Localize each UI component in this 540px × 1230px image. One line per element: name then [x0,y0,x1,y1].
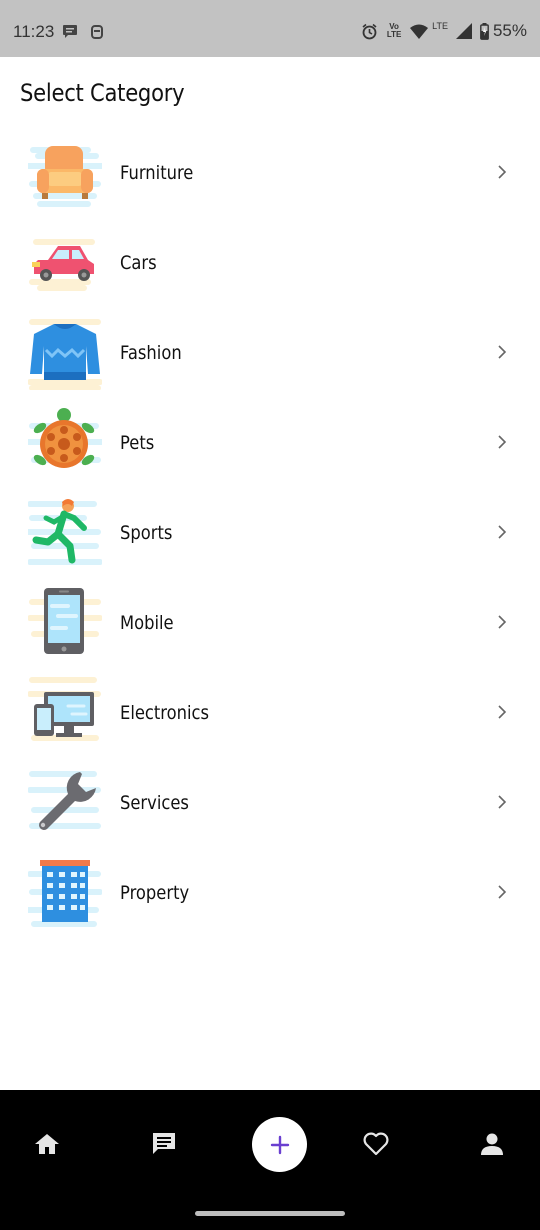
wifi-icon [410,24,429,39]
signal-icon [455,23,472,39]
building-icon [28,856,102,930]
armchair-icon [28,136,102,210]
category-item-fashion[interactable]: Fashion [0,308,540,398]
wrench-icon [28,766,102,840]
category-label: Property [120,882,190,904]
gesture-bar[interactable] [195,1211,345,1216]
category-item-furniture[interactable]: Furniture [0,128,540,218]
category-label: Cars [120,252,157,274]
chevron-right-icon [498,345,507,359]
system-icons: Vo LTE LTE 55% [361,21,527,41]
page-title: Select Category [20,79,185,107]
category-item-pets[interactable]: Pets [0,398,540,488]
chevron-right-icon [498,885,507,899]
category-label: Mobile [120,612,174,634]
nav-favorites-button[interactable] [362,1130,390,1158]
runner-icon [28,496,102,570]
profile-icon [481,1133,503,1155]
nav-home-button[interactable] [33,1130,61,1158]
status-bar: 11:23 Vo LTE LTE 55% [0,0,540,57]
category-label: Fashion [120,342,182,364]
chevron-right-icon [498,795,507,809]
category-item-cars[interactable]: Cars [0,218,540,308]
category-item-services[interactable]: Services [0,758,540,848]
category-label: Electronics [120,702,210,724]
turtle-icon [28,406,102,480]
chevron-right-icon [498,435,507,449]
volte-label: Vo LTE [386,22,402,39]
category-label: Furniture [120,162,194,184]
notification-icons [62,24,104,40]
message-icon [63,25,77,38]
category-list: Furniture Cars Fashion Pets Sports Mobil… [0,128,540,938]
nav-chat-button[interactable] [150,1130,178,1158]
category-label: Pets [120,432,155,454]
battery-icon [480,22,489,40]
category-label: Sports [120,522,173,544]
category-item-property[interactable]: Property [0,848,540,938]
chevron-right-icon [498,615,507,629]
bottom-navigation [0,1090,540,1230]
heart-icon [363,1132,389,1156]
chevron-right-icon [498,165,507,179]
category-item-mobile[interactable]: Mobile [0,578,540,668]
category-label: Services [120,792,189,814]
battery-percent: 55% [492,21,527,40]
status-time: 11:23 [13,22,55,41]
add-listing-button[interactable] [252,1117,307,1172]
devices-icon [28,676,102,750]
chat-icon [153,1133,175,1154]
home-icon [35,1134,59,1154]
network-type: LTE [432,21,448,31]
car-icon [28,226,102,300]
chevron-right-icon [498,525,507,539]
alarm-icon [362,23,377,39]
add-icon [270,1135,289,1154]
category-item-sports[interactable]: Sports [0,488,540,578]
sweater-icon [28,316,102,390]
app-notification-icon [91,25,103,39]
smartphone-icon [28,586,102,660]
nav-profile-button[interactable] [478,1130,506,1158]
chevron-right-icon [498,705,507,719]
volte-icon: Vo LTE [386,23,402,39]
category-item-electronics[interactable]: Electronics [0,668,540,758]
